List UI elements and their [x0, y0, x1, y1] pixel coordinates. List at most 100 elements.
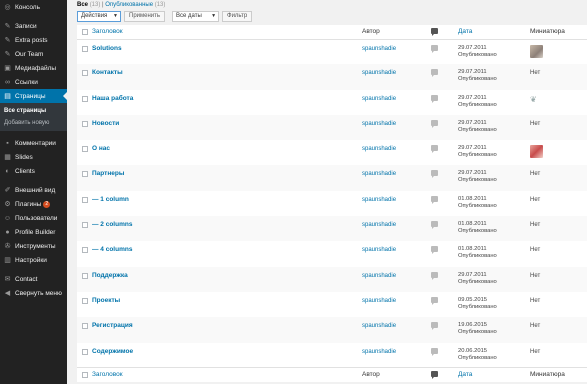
author-link[interactable]: spaunshadie: [362, 247, 396, 253]
comment-bubble-icon[interactable]: [431, 44, 438, 53]
author-link[interactable]: spaunshadie: [362, 70, 396, 76]
author-link[interactable]: spaunshadie: [362, 323, 396, 329]
sidebar-item-pin[interactable]: ✎ Extra posts: [0, 33, 67, 47]
filter-all[interactable]: Все: [77, 2, 88, 8]
column-title-sort[interactable]: Заголовок: [92, 371, 123, 378]
column-date-sort[interactable]: Дата: [458, 28, 472, 35]
row-checkbox[interactable]: [82, 146, 88, 153]
sidebar-item-profile-builder[interactable]: ● Profile Builder: [0, 225, 67, 239]
filter-published[interactable]: Опубликованные: [105, 2, 153, 8]
row-checkbox[interactable]: [82, 171, 88, 178]
sidebar-item-links[interactable]: ∞ Ссылки: [0, 75, 67, 89]
page-date: 01.08.2011: [458, 195, 487, 202]
no-thumbnail-text: Нет: [530, 70, 541, 77]
author-link[interactable]: spaunshadie: [362, 197, 396, 203]
sidebar-item-plugins[interactable]: ⚙ Плагины 2: [0, 197, 67, 211]
page-title-link[interactable]: Наша работа: [92, 95, 133, 102]
comment-bubble-icon[interactable]: [431, 322, 438, 331]
bulk-action-select[interactable]: Действия ▼: [77, 11, 121, 22]
sidebar-item-users[interactable]: ☺ Пользователи: [0, 211, 67, 225]
sidebar-item-appearance[interactable]: ✐ Внешний вид: [0, 183, 67, 197]
row-checkbox[interactable]: [82, 196, 88, 203]
comment-bubble-icon[interactable]: [431, 221, 438, 230]
author-link[interactable]: spaunshadie: [362, 298, 396, 304]
status-filters: Все (13) | Опубликованные (13): [77, 2, 165, 8]
select-all-checkbox[interactable]: [82, 29, 88, 35]
row-checkbox[interactable]: [82, 120, 88, 127]
sidebar-item-pin[interactable]: ✎ Our Team: [0, 47, 67, 61]
author-link[interactable]: spaunshadie: [362, 121, 396, 127]
page-title-link[interactable]: Проекты: [92, 297, 120, 304]
page-title-link[interactable]: — 4 columns: [92, 246, 132, 253]
table-row: Регистрация spaunshadie 19.06.2015 Опублико…: [77, 317, 587, 343]
author-link[interactable]: spaunshadie: [362, 96, 396, 102]
filter-button[interactable]: Фильтр: [222, 11, 253, 22]
page-title-link[interactable]: Поддержка: [92, 272, 128, 279]
comment-bubble-icon[interactable]: [431, 195, 438, 204]
sidebar-item-label: Инструменты: [15, 242, 56, 250]
page-title-link[interactable]: О нас: [92, 145, 110, 152]
chevron-down-icon: ▼: [113, 13, 118, 19]
date-filter-select[interactable]: Все даты ▼: [172, 11, 220, 22]
select-all-checkbox[interactable]: [82, 372, 88, 379]
sidebar-item-label: Profile Builder: [15, 228, 56, 236]
media-icon: ▣: [4, 65, 11, 72]
sidebar-item-slides[interactable]: ▦ Slides: [0, 150, 67, 164]
author-link[interactable]: spaunshadie: [362, 222, 396, 228]
submenu-add-new[interactable]: Добавить новую: [0, 117, 67, 129]
row-checkbox[interactable]: [82, 45, 88, 52]
table-header: Заголовок Автор Дата Миниатюра: [77, 25, 587, 40]
sidebar-item-media[interactable]: ▣ Медиафайлы: [0, 61, 67, 75]
comments-column-icon: [431, 28, 438, 36]
column-thumbnail: Миниатюра: [530, 371, 565, 379]
row-checkbox[interactable]: [82, 272, 88, 279]
sidebar-item-dashboard[interactable]: ◎ Консоль: [0, 0, 67, 14]
row-checkbox[interactable]: [82, 70, 88, 77]
sidebar-item-collapse[interactable]: ◀ Свернуть меню: [0, 286, 67, 300]
row-checkbox[interactable]: [82, 323, 88, 330]
sidebar-item-pin[interactable]: ✎ Записи: [0, 19, 67, 33]
comment-bubble-icon[interactable]: [431, 170, 438, 179]
author-link[interactable]: spaunshadie: [362, 46, 396, 52]
sidebar-item-comments[interactable]: ▪ Комментарии: [0, 136, 67, 150]
row-checkbox[interactable]: [82, 297, 88, 304]
author-link[interactable]: spaunshadie: [362, 171, 396, 177]
page-title-link[interactable]: Контакты: [92, 69, 123, 76]
row-checkbox[interactable]: [82, 247, 88, 254]
page-title-link[interactable]: — 2 columns: [92, 221, 132, 228]
comment-bubble-icon[interactable]: [431, 145, 438, 154]
sidebar-item-tools[interactable]: ✇ Инструменты: [0, 239, 67, 253]
author-link[interactable]: spaunshadie: [362, 349, 396, 355]
page-status: Опубликовано: [458, 202, 497, 209]
comment-bubble-icon[interactable]: [431, 246, 438, 255]
page-title-link[interactable]: — 1 column: [92, 196, 129, 203]
comment-bubble-icon[interactable]: [431, 296, 438, 305]
sidebar-item-settings[interactable]: ▥ Настройки: [0, 253, 67, 267]
page-title-link[interactable]: Solutions: [92, 45, 122, 52]
column-title-sort[interactable]: Заголовок: [92, 28, 123, 35]
comment-bubble-icon[interactable]: [431, 119, 438, 128]
comment-bubble-icon[interactable]: [431, 69, 438, 78]
contact-icon: ✉: [4, 276, 11, 283]
apply-button[interactable]: Применить: [124, 11, 166, 22]
comment-bubble-icon[interactable]: [431, 347, 438, 356]
comment-bubble-icon[interactable]: [431, 94, 438, 103]
sidebar-item-clients[interactable]: ◐ Clients: [0, 164, 67, 178]
table-row: — 2 columns spaunshadie 01.08.2011 Опублико…: [77, 216, 587, 242]
submenu-all-pages[interactable]: Все страницы: [0, 105, 67, 117]
page-title-link[interactable]: Регистрация: [92, 322, 133, 329]
author-link[interactable]: spaunshadie: [362, 273, 396, 279]
page-status: Опубликовано: [458, 329, 497, 336]
page-title-link[interactable]: Партнеры: [92, 170, 124, 177]
page-title-link[interactable]: Новости: [92, 120, 119, 127]
author-link[interactable]: spaunshadie: [362, 146, 396, 152]
sidebar-item-contact[interactable]: ✉ Contact: [0, 272, 67, 286]
comment-bubble-icon[interactable]: [431, 271, 438, 280]
page-title-link[interactable]: Содержимое: [92, 348, 133, 355]
row-checkbox[interactable]: [82, 222, 88, 229]
sidebar-item-pages[interactable]: ▤ Страницы: [0, 89, 67, 103]
row-checkbox[interactable]: [82, 348, 88, 355]
no-thumbnail-text: Нет: [530, 272, 541, 279]
column-date-sort[interactable]: Дата: [458, 371, 472, 378]
row-checkbox[interactable]: [82, 95, 88, 102]
